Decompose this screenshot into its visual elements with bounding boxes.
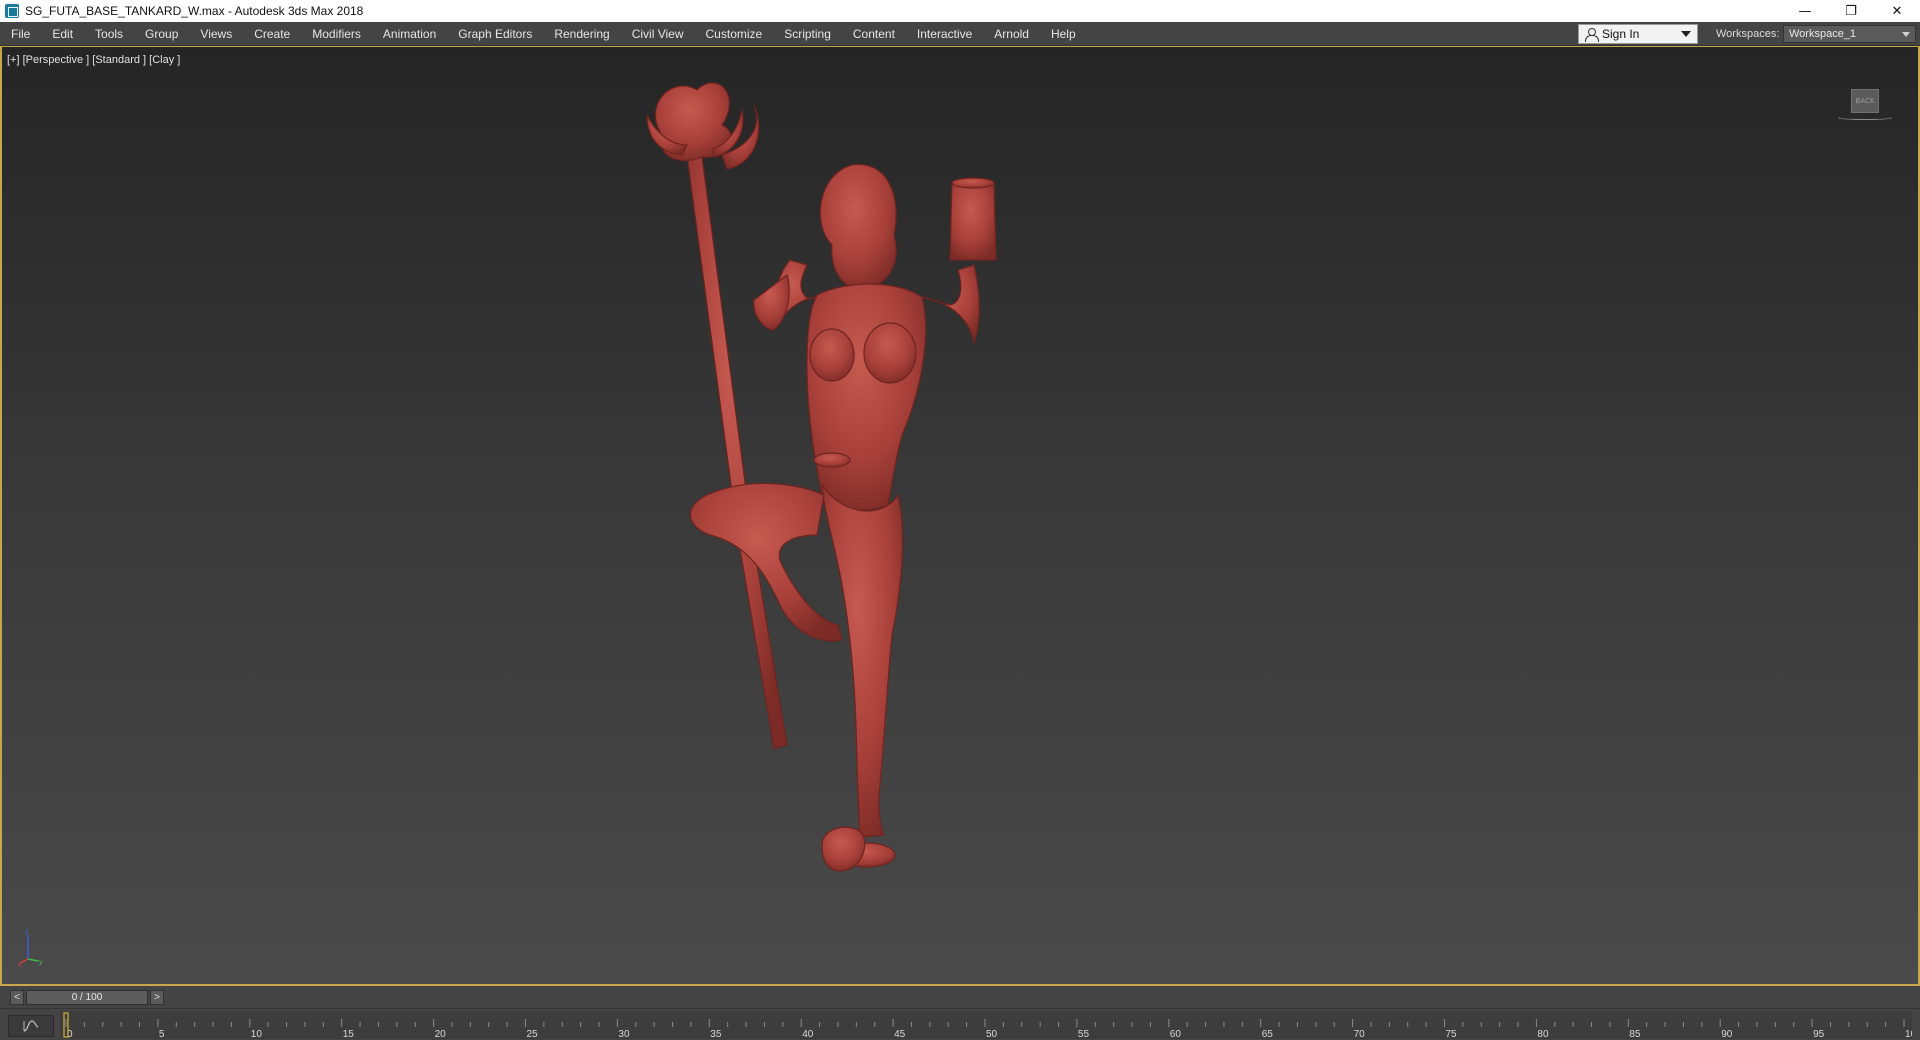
track-bar: 0510152025303540455055606570758085909510… [0, 1008, 1920, 1040]
timeline-tick-label: 50 [986, 1029, 998, 1039]
frame-counter: 0 / 100 [71, 992, 103, 1003]
menu-scripting[interactable]: Scripting [773, 22, 842, 46]
menu-animation[interactable]: Animation [372, 22, 447, 46]
menu-help[interactable]: Help [1040, 22, 1087, 46]
menu-arnold[interactable]: Arnold [983, 22, 1040, 46]
timeline-tick-label: 10 [251, 1029, 263, 1039]
menu-edit[interactable]: Edit [41, 22, 84, 46]
timeline-tick-label: 30 [618, 1029, 630, 1039]
menu-graph-editors[interactable]: Graph Editors [447, 22, 543, 46]
timeline-tick-label: 70 [1354, 1029, 1366, 1039]
menu-modifiers[interactable]: Modifiers [301, 22, 372, 46]
timeline-ticks: 0510152025303540455055606570758085909510… [63, 1012, 1912, 1039]
timeline-tick-label: 55 [1078, 1029, 1090, 1039]
axis-y-label: y [39, 959, 43, 966]
viewcube[interactable]: BACK [1834, 85, 1894, 133]
menu-items: File Edit Tools Group Views Create Modifiers An… [0, 22, 1087, 46]
menu-views[interactable]: Views [189, 22, 243, 46]
timeline-tick-label: 85 [1629, 1029, 1641, 1039]
workspaces-label: Workspaces: [1716, 28, 1780, 40]
chevron-down-icon [1681, 31, 1691, 37]
menu-civil-view[interactable]: Civil View [621, 22, 695, 46]
timeline-tick-label: 15 [343, 1029, 355, 1039]
timeline-tick-label: 75 [1446, 1029, 1458, 1039]
timeline-tick-label: 100 [1905, 1029, 1912, 1039]
menu-rendering[interactable]: Rendering [543, 22, 620, 46]
time-slider: < 0 / 100 > [0, 987, 1920, 1008]
timeline-tick-label: 90 [1721, 1029, 1733, 1039]
axis-x-label: x [18, 962, 22, 967]
axis-z-label: z [25, 929, 29, 936]
timeline-tick-label: 20 [435, 1029, 447, 1039]
menu-interactive[interactable]: Interactive [906, 22, 983, 46]
menu-content[interactable]: Content [842, 22, 906, 46]
viewcube-face-back[interactable]: BACK [1851, 89, 1879, 113]
menu-tools[interactable]: Tools [84, 22, 134, 46]
timeline-tick-label: 25 [527, 1029, 539, 1039]
sign-in-dropdown[interactable]: Sign In [1578, 24, 1698, 44]
timeline-tick-label: 5 [159, 1029, 165, 1039]
restore-button[interactable]: ❐ [1828, 0, 1874, 22]
timeline-tick-label: 60 [1170, 1029, 1182, 1039]
axis-tripod-icon: z x y [18, 929, 43, 967]
3dsmax-app-icon[interactable] [5, 4, 19, 18]
sign-in-label: Sign In [1602, 27, 1640, 41]
previous-frame-button[interactable]: < [10, 990, 24, 1005]
menu-create[interactable]: Create [243, 22, 301, 46]
mini-curve-editor-button[interactable] [8, 1015, 54, 1037]
window-title: SG_FUTA_BASE_TANKARD_W.max - Autodesk 3d… [25, 4, 364, 18]
next-frame-button[interactable]: > [150, 990, 164, 1005]
timeline-tick-label: 80 [1537, 1029, 1549, 1039]
timeline-tick-label: 40 [802, 1029, 814, 1039]
timeline-tick-label: 65 [1262, 1029, 1274, 1039]
menu-customize[interactable]: Customize [695, 22, 774, 46]
time-slider-track[interactable]: 0 / 100 [26, 990, 148, 1005]
timeline-tick-label: 95 [1813, 1029, 1825, 1039]
menu-bar: File Edit Tools Group Views Create Modifiers An… [0, 22, 1920, 46]
timeline-tick-label: 35 [710, 1029, 722, 1039]
workspace-select[interactable]: Workspace_1 [1783, 25, 1916, 43]
window-controls: — ❐ ✕ [1782, 0, 1920, 22]
workspace-value: Workspace_1 [1789, 28, 1857, 40]
timeline-tick-label: 45 [894, 1029, 906, 1039]
menu-file[interactable]: File [0, 22, 41, 46]
timeline-ruler[interactable]: 0510152025303540455055606570758085909510… [60, 1011, 1912, 1039]
chevron-down-icon [1902, 31, 1910, 37]
curve-editor-icon [23, 1020, 39, 1032]
app-window: SG_FUTA_BASE_TANKARD_W.max - Autodesk 3d… [0, 0, 1920, 1040]
viewport-label[interactable]: [+] [Perspective ] [Standard ] [Clay ] [7, 54, 180, 66]
perspective-viewport[interactable]: [+] [Perspective ] [Standard ] [Clay ] B… [0, 46, 1920, 986]
minimize-button[interactable]: — [1782, 0, 1828, 22]
title-bar: SG_FUTA_BASE_TANKARD_W.max - Autodesk 3d… [0, 0, 1920, 22]
user-icon [1584, 27, 1599, 42]
viewcube-compass-ring[interactable] [1838, 116, 1892, 120]
sculpted-figure-model[interactable] [602, 65, 1122, 985]
close-button[interactable]: ✕ [1874, 0, 1920, 22]
menu-group[interactable]: Group [134, 22, 189, 46]
